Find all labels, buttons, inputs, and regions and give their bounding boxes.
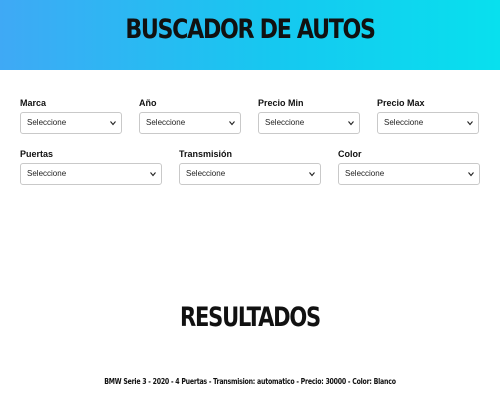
precio-max-select[interactable]: Seleccione [377, 112, 479, 134]
chevron-down-icon [150, 172, 156, 177]
result-item: BMW Serie 3 - 2020 - 4 Puertas - Transmi… [104, 377, 396, 386]
filter-color: Color Seleccione [338, 149, 480, 185]
marca-label: Marca [20, 98, 47, 108]
page-title: BUSCADOR DE AUTOS [125, 14, 376, 45]
anio-label: Año [139, 98, 157, 108]
color-select[interactable]: Seleccione [338, 163, 480, 185]
precio-max-select-value: Seleccione [384, 118, 424, 127]
precio-min-select-value: Seleccione [265, 118, 305, 127]
chevron-down-icon [229, 121, 235, 126]
puertas-select[interactable]: Seleccione [20, 163, 162, 185]
filter-precio-min: Precio Min Seleccione [258, 98, 360, 134]
chevron-down-icon [348, 121, 354, 126]
color-label: Color [338, 149, 362, 159]
page-header: BUSCADOR DE AUTOS [0, 0, 500, 70]
precio-min-label: Precio Min [258, 98, 304, 108]
transmision-select-value: Seleccione [186, 169, 226, 178]
filter-anio: Año Seleccione [139, 98, 241, 134]
filter-transmision: Transmisión Seleccione [179, 149, 321, 185]
transmision-select[interactable]: Seleccione [179, 163, 321, 185]
transmision-label: Transmisión [179, 149, 233, 159]
anio-select-value: Seleccione [146, 118, 186, 127]
precio-min-select[interactable]: Seleccione [258, 112, 360, 134]
chevron-down-icon [110, 121, 116, 126]
puertas-select-value: Seleccione [27, 169, 67, 178]
chevron-down-icon [468, 172, 474, 177]
filter-marca: Marca Seleccione [20, 98, 122, 134]
marca-select[interactable]: Seleccione [20, 112, 122, 134]
color-select-value: Seleccione [345, 169, 385, 178]
anio-select[interactable]: Seleccione [139, 112, 241, 134]
filter-puertas: Puertas Seleccione [20, 149, 162, 185]
chevron-down-icon [309, 172, 315, 177]
puertas-label: Puertas [20, 149, 54, 159]
filter-precio-max: Precio Max Seleccione [377, 98, 479, 134]
marca-select-value: Seleccione [27, 118, 67, 127]
chevron-down-icon [467, 121, 473, 126]
precio-max-label: Precio Max [377, 98, 425, 108]
results-title: RESULTADOS [180, 302, 321, 333]
